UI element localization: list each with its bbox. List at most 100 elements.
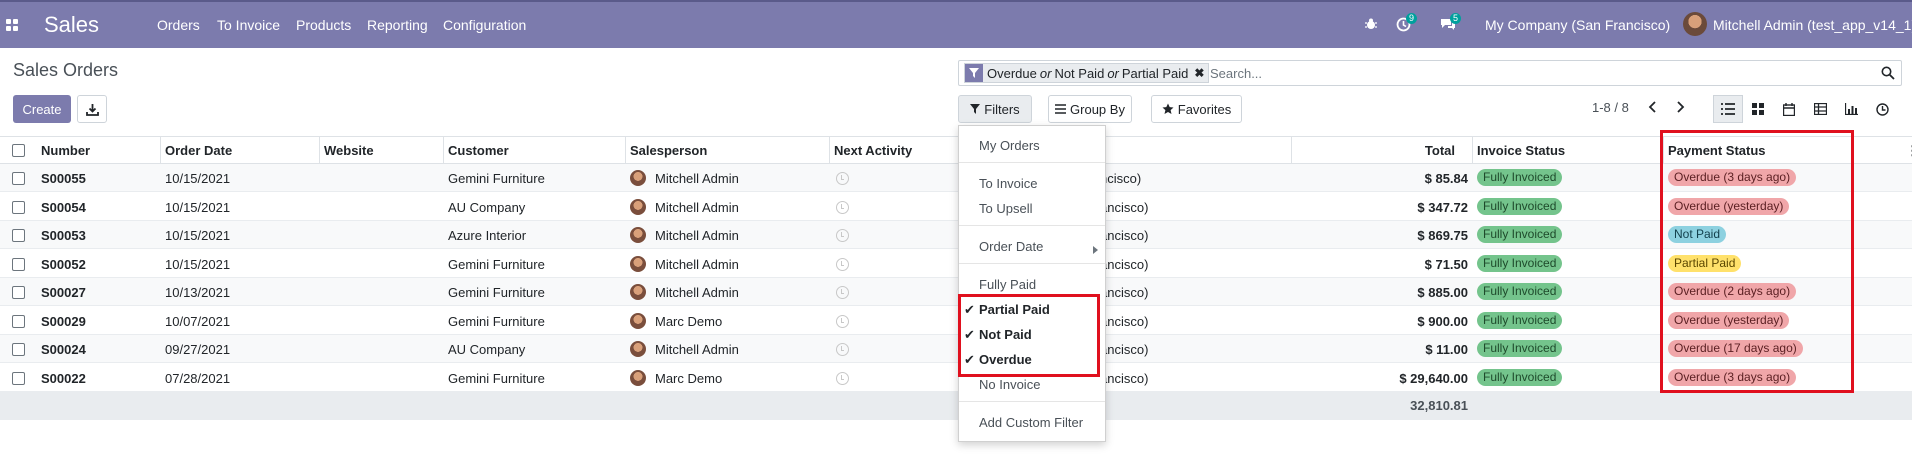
filter-fully-paid[interactable]: Fully Paid: [979, 277, 1036, 292]
activity-clock-icon[interactable]: [836, 314, 849, 328]
graph-view-icon[interactable]: [1836, 95, 1866, 123]
activity-clock-icon[interactable]: [836, 371, 849, 385]
filter-order-date[interactable]: Order Date: [979, 239, 1043, 254]
order-number: S00027: [41, 285, 86, 300]
row-checkbox[interactable]: [12, 371, 25, 385]
row-checkbox[interactable]: [12, 343, 25, 356]
facet-remove-icon[interactable]: ✖: [1194, 66, 1204, 80]
pager-previous-icon[interactable]: [1648, 101, 1658, 116]
table-row[interactable]: S00053 10/15/2021 Azure Interior Mitchell A…: [0, 221, 1912, 249]
activity-view-icon[interactable]: [1867, 95, 1897, 123]
activity-clock-icon[interactable]: [836, 229, 849, 242]
order-date: 07/28/2021: [165, 370, 231, 386]
col-order-date[interactable]: Order Date: [165, 143, 232, 158]
salesperson-avatar: [630, 227, 646, 243]
table-row[interactable]: S00029 10/07/2021 Gemini Furniture Marc Dem…: [0, 307, 1912, 335]
row-checkbox[interactable]: [12, 172, 25, 185]
activity-clock-icon[interactable]: [836, 257, 849, 271]
row-checkbox[interactable]: [12, 314, 25, 328]
optional-columns-icon[interactable]: ⋮: [1906, 143, 1912, 159]
list-view-icon[interactable]: [1713, 95, 1743, 123]
favorites-button[interactable]: Favorites: [1151, 95, 1242, 123]
table-row[interactable]: S00024 09/27/2021 AU Company Mitchell Admin…: [0, 335, 1912, 363]
group-by-button[interactable]: Group By: [1048, 95, 1132, 123]
company-name-partial: ancisco): [1100, 256, 1149, 272]
order-number: S00022: [41, 370, 86, 386]
col-number[interactable]: Number: [41, 143, 90, 158]
salesperson-avatar: [630, 369, 646, 386]
caret-right-icon: [1093, 242, 1099, 257]
col-next-activity[interactable]: Next Activity: [834, 143, 912, 158]
salesperson-name: Mitchell Admin: [655, 228, 739, 243]
activity-clock-icon[interactable]: [836, 200, 849, 214]
order-number: S00024: [41, 342, 86, 357]
download-icon: [85, 103, 99, 116]
menu-orders[interactable]: Orders: [157, 17, 200, 33]
highlight-payment-filters: [958, 294, 1100, 377]
order-number: S00029: [41, 313, 86, 329]
menu-to-invoice[interactable]: To Invoice: [217, 17, 280, 33]
col-invoice-status[interactable]: Invoice Status: [1477, 143, 1565, 158]
filters-dropdown: My Orders To Invoice To Upsell Order Dat…: [958, 125, 1106, 442]
messages-chat-icon[interactable]: 5: [1440, 13, 1462, 34]
table-row[interactable]: S00022 07/28/2021 Gemini Furniture Marc Dem…: [0, 364, 1912, 392]
page-title: Sales Orders: [13, 60, 119, 80]
salesperson-avatar: [630, 255, 646, 272]
menu-reporting[interactable]: Reporting: [367, 17, 428, 33]
create-button[interactable]: Create: [13, 95, 71, 123]
salesperson-avatar: [630, 312, 646, 329]
app-name[interactable]: Sales: [44, 12, 99, 38]
filter-no-invoice[interactable]: No Invoice: [979, 377, 1040, 392]
col-total[interactable]: Total: [1350, 143, 1455, 158]
salesperson-avatar: [630, 284, 646, 300]
activity-clock-icon[interactable]: [836, 343, 849, 356]
activity-clock-icon[interactable]: 9: [1396, 13, 1418, 35]
search-input[interactable]: Search...: [1210, 66, 1262, 81]
user-avatar[interactable]: [1683, 12, 1707, 36]
user-menu[interactable]: Mitchell Admin (test_app_v14_1): [1713, 17, 1912, 33]
col-salesperson[interactable]: Salesperson: [630, 143, 707, 158]
select-all-checkbox[interactable]: [12, 144, 25, 157]
search-icon[interactable]: [1881, 66, 1895, 83]
menu-products[interactable]: Products: [296, 17, 351, 33]
row-checkbox[interactable]: [12, 229, 25, 242]
table-row[interactable]: S00027 10/13/2021 Gemini Furniture Mitchell…: [0, 278, 1912, 306]
activity-clock-icon[interactable]: [836, 286, 849, 299]
row-checkbox[interactable]: [12, 200, 25, 214]
pager-next-icon[interactable]: [1675, 101, 1685, 116]
company-switcher[interactable]: My Company (San Francisco): [1485, 17, 1670, 33]
row-checkbox[interactable]: [12, 286, 25, 299]
add-custom-filter[interactable]: Add Custom Filter: [979, 415, 1083, 430]
filter-to-upsell[interactable]: To Upsell: [979, 201, 1032, 216]
highlight-payment-status-column: [1660, 130, 1854, 393]
table-row[interactable]: S00054 10/15/2021 AU Company Mitchell Admin…: [0, 193, 1912, 221]
export-download-button[interactable]: [77, 95, 107, 123]
col-website[interactable]: Website: [324, 143, 374, 158]
table-footer: 32,810.81: [0, 392, 1912, 420]
table-row[interactable]: S00055 10/15/2021 Gemini Furniture Mitchell…: [0, 164, 1912, 192]
pager-value[interactable]: 1-8 / 8: [1592, 100, 1629, 115]
debug-bug-icon[interactable]: [1364, 17, 1378, 34]
order-date: 10/15/2021: [165, 199, 231, 215]
order-total: $ 347.72: [1417, 199, 1468, 215]
top-navbar: Sales Orders To Invoice Products Reporti…: [0, 0, 1912, 48]
apps-menu-icon[interactable]: [6, 19, 19, 32]
table-row[interactable]: S00052 10/15/2021 Gemini Furniture Mitchell…: [0, 250, 1912, 278]
salesperson-name: Marc Demo: [655, 370, 723, 386]
row-checkbox[interactable]: [12, 257, 25, 271]
menu-configuration[interactable]: Configuration: [443, 17, 526, 33]
kanban-view-icon[interactable]: [1743, 95, 1773, 123]
facet-or-1: or: [1039, 65, 1052, 81]
invoice-status-badge: Fully Invoiced: [1477, 283, 1563, 300]
col-customer[interactable]: Customer: [448, 143, 509, 158]
search-bar[interactable]: Overdue or Not Paid or Partial Paid ✖ Se…: [958, 60, 1902, 86]
pivot-view-icon[interactable]: [1805, 95, 1835, 123]
filter-to-invoice[interactable]: To Invoice: [979, 176, 1038, 191]
filters-button[interactable]: Filters: [958, 95, 1032, 123]
filter-my-orders[interactable]: My Orders: [979, 138, 1040, 153]
activity-clock-icon[interactable]: [836, 172, 849, 185]
order-number: S00053: [41, 228, 86, 243]
company-name-partial: ancisco): [1100, 370, 1149, 386]
search-facet-filter[interactable]: Overdue or Not Paid or Partial Paid ✖: [964, 63, 1210, 83]
calendar-view-icon[interactable]: [1774, 95, 1804, 123]
